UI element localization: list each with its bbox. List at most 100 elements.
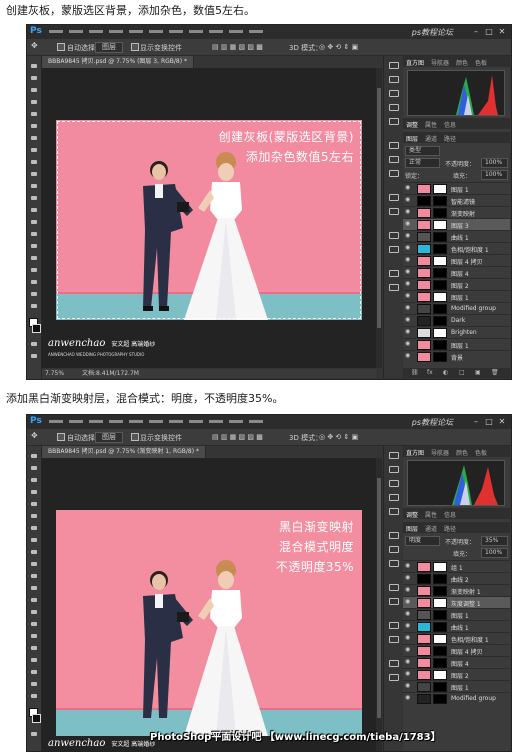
layer-mask-thumbnail[interactable] [433, 268, 447, 278]
move-tool[interactable] [29, 452, 39, 460]
layer-row[interactable]: ◉ 图层 3 [403, 218, 510, 230]
styles-icon[interactable] [388, 192, 399, 201]
layer-comps-icon[interactable] [388, 268, 399, 277]
visibility-eye-icon[interactable]: ◉ [405, 623, 412, 629]
fx-icon[interactable]: fx [427, 369, 433, 376]
layer-mask-thumbnail[interactable] [433, 280, 447, 290]
layer-mask-thumbnail[interactable] [433, 316, 447, 326]
layer-row[interactable]: ◉ Modified group [403, 302, 510, 314]
tab-histogram[interactable]: 直方图 [406, 58, 424, 67]
auto-select-checkbox[interactable] [57, 433, 65, 441]
fill-value[interactable]: 100% [481, 170, 508, 180]
path-select-tool[interactable] [29, 644, 39, 652]
layer-row[interactable]: ◉ 色相/饱和度 1 [403, 242, 510, 254]
visibility-eye-icon[interactable]: ◉ [405, 245, 412, 251]
quick-select-tool[interactable] [29, 488, 39, 496]
collapse-icon[interactable] [388, 60, 399, 69]
visibility-eye-icon[interactable]: ◉ [405, 695, 412, 701]
visibility-eye-icon[interactable]: ◉ [405, 209, 412, 215]
menu-item[interactable] [207, 417, 225, 426]
layer-row[interactable]: ◉ 图层 2 [403, 668, 510, 680]
crop-tool[interactable] [29, 110, 39, 118]
background-color-swatch[interactable] [32, 324, 41, 333]
blend-mode-dropdown[interactable]: 正常 [405, 158, 440, 168]
eyedropper-tool[interactable] [29, 122, 39, 130]
auto-select-dropdown[interactable]: 图层 [95, 432, 123, 443]
blend-mode-dropdown[interactable]: 明度 [405, 536, 440, 546]
info-icon[interactable] [388, 230, 399, 239]
menu-item[interactable] [87, 417, 105, 426]
zoom-tool[interactable] [29, 290, 39, 298]
visibility-eye-icon[interactable]: ◉ [405, 293, 412, 299]
menu-item[interactable] [47, 27, 65, 36]
history-brush-tool[interactable] [29, 170, 39, 178]
menu-item[interactable] [207, 27, 225, 36]
more-tools[interactable] [29, 692, 39, 700]
tab-layers[interactable]: 图层 [406, 524, 418, 533]
layer-mask-thumbnail[interactable] [433, 184, 447, 194]
pen-tool[interactable] [29, 620, 39, 628]
layer-mask-thumbnail[interactable] [433, 328, 447, 338]
eraser-tool[interactable] [29, 572, 39, 580]
visibility-eye-icon[interactable]: ◉ [405, 317, 412, 323]
move-tool-icon[interactable]: ✥ [31, 41, 38, 50]
opacity-value[interactable]: 100% [481, 158, 508, 168]
adjustment-icon[interactable]: □ [459, 369, 465, 376]
layer-mask-thumbnail[interactable] [433, 232, 447, 242]
tab-properties[interactable]: 属性 [425, 120, 437, 129]
menu-item[interactable] [227, 27, 245, 36]
layer-mask-thumbnail[interactable] [433, 610, 447, 620]
layer-row[interactable]: ◉ 灰度调整 1 [403, 596, 510, 608]
tab-info[interactable]: 信息 [444, 510, 456, 519]
path-select-tool[interactable] [29, 254, 39, 262]
eraser-tool[interactable] [29, 182, 39, 190]
tab-paths[interactable]: 路径 [444, 134, 456, 143]
visibility-eye-icon[interactable]: ◉ [405, 185, 412, 191]
paragraph-icon[interactable] [388, 544, 399, 553]
layer-row[interactable]: ◉ Modified group [403, 692, 510, 704]
layer-row[interactable]: ◉ 图层 1 [403, 608, 510, 620]
3d-icon[interactable] [388, 558, 399, 567]
move-tool[interactable] [29, 62, 39, 70]
auto-select-checkbox[interactable] [57, 43, 65, 51]
history-brush-tool[interactable] [29, 560, 39, 568]
new-layer-icon[interactable]: ▣ [475, 369, 481, 376]
tab-properties[interactable]: 属性 [425, 510, 437, 519]
layer-row[interactable]: ◉ 曲线 2 [403, 572, 510, 584]
layer-mask-thumbnail[interactable] [433, 256, 447, 266]
layer-mask-thumbnail[interactable] [433, 658, 447, 668]
layer-mask-thumbnail[interactable] [433, 646, 447, 656]
blur-tool[interactable] [29, 206, 39, 214]
visibility-eye-icon[interactable]: ◉ [405, 221, 412, 227]
marquee-tool[interactable] [29, 464, 39, 472]
clone-source-icon[interactable] [388, 506, 399, 515]
brush-tool[interactable] [29, 536, 39, 544]
menu-item[interactable] [187, 27, 205, 36]
document-tab[interactable]: BBBA9845 拷贝.psd @ 7.75% (图层 3, RGB/8) * [42, 56, 194, 68]
layer-row[interactable]: ◉ Dark [403, 314, 510, 326]
layer-row[interactable]: ◉ 背景 [403, 350, 510, 362]
canvas-area[interactable]: 创建灰板(蒙版选区背景) 添加杂色数值5左右 anwenchao 安文超 高端婚纱… [42, 68, 376, 368]
visibility-eye-icon[interactable]: ◉ [405, 611, 412, 617]
hand-tool[interactable] [29, 278, 39, 286]
fill-value[interactable]: 100% [481, 548, 508, 558]
canvas-area[interactable]: 黑白渐变映射 混合模式明度 不透明度35% anwenchao 安文超 高端婚纱 [42, 458, 376, 751]
canvas-vscroll[interactable] [376, 458, 382, 751]
blur-tool[interactable] [29, 596, 39, 604]
visibility-eye-icon[interactable]: ◉ [405, 587, 412, 593]
auto-select-dropdown[interactable]: 图层 [95, 42, 123, 53]
visibility-eye-icon[interactable]: ◉ [405, 197, 412, 203]
layer-row[interactable]: ◉ 图层 2 [403, 278, 510, 290]
layer-row[interactable]: ◉ 组 1 [403, 560, 510, 572]
menu-item[interactable] [47, 417, 65, 426]
layer-mask-thumbnail[interactable] [433, 622, 447, 632]
visibility-eye-icon[interactable]: ◉ [405, 281, 412, 287]
character-icon[interactable] [388, 530, 399, 539]
link-icon[interactable]: ⛓ [411, 369, 419, 376]
layer-mask-thumbnail[interactable] [433, 304, 447, 314]
brush-preset-icon[interactable] [388, 492, 399, 501]
healing-tool[interactable] [29, 524, 39, 532]
minimize-icon[interactable]: – [471, 417, 481, 426]
layer-row[interactable]: ◉ 渐变映射 1 [403, 584, 510, 596]
shape-tool[interactable] [29, 266, 39, 274]
